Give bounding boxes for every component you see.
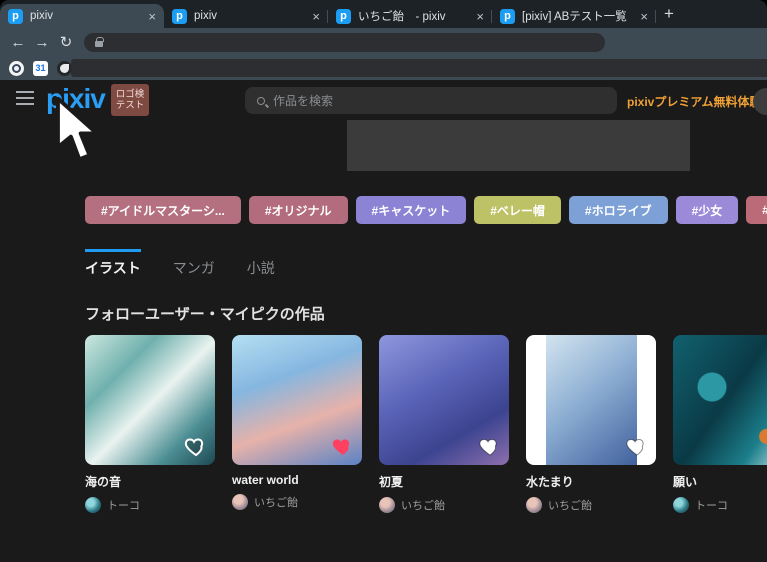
user-avatar[interactable] [753, 88, 767, 115]
artwork-title[interactable]: 初夏 [379, 473, 509, 490]
logo-test-badge-line1: ロゴ検 [116, 89, 145, 100]
tab-title: pixiv [30, 10, 141, 22]
artwork-thumbnail[interactable] [379, 335, 509, 465]
menu-icon[interactable] [16, 91, 34, 105]
artwork-artist[interactable]: いちご飴 [379, 497, 509, 513]
password-manager-icon[interactable] [9, 61, 24, 76]
tag-shoujo[interactable]: #少女 [676, 196, 739, 224]
browser-tab-pixiv-2[interactable]: p pixiv × [164, 4, 328, 28]
like-heart-icon[interactable] [478, 434, 502, 458]
section-title: フォローユーザー・マイピクの作品 [85, 303, 325, 324]
tab-title: いちご飴 - pixiv [358, 8, 469, 24]
new-tab-button[interactable]: + [664, 4, 674, 24]
artist-name[interactable]: いちご飴 [548, 497, 592, 513]
tab-novels[interactable]: 小説 [247, 249, 275, 278]
artwork-thumbnail[interactable] [232, 335, 362, 465]
lock-icon [95, 41, 103, 47]
tab-manga[interactable]: マンガ [173, 249, 215, 278]
tag-idolmaster[interactable]: #アイドルマスターシ... [85, 196, 241, 224]
back-icon[interactable]: ← [6, 34, 30, 51]
browser-window: p pixiv × p pixiv × p いちご飴 - pixiv × p [… [0, 0, 767, 562]
artist-avatar[interactable] [379, 497, 395, 513]
artwork-title[interactable]: 海の音 [85, 473, 215, 490]
like-heart-icon[interactable] [184, 434, 208, 458]
artwork-title[interactable]: water world [232, 473, 362, 487]
artist-name[interactable]: いちご飴 [401, 497, 445, 513]
browser-tab-ichigoame[interactable]: p いちご飴 - pixiv × [328, 4, 492, 28]
mouse-cursor-icon [53, 97, 105, 165]
tab-close-icon[interactable]: × [640, 9, 648, 24]
tag-original[interactable]: #オリジナル [249, 196, 348, 224]
artwork-thumbnail[interactable] [526, 335, 656, 465]
tab-title: [pixiv] ABテスト一覧 [522, 8, 633, 24]
artwork-image [546, 335, 637, 465]
search-placeholder: 作品を検索 [273, 92, 333, 109]
tag-vtuber[interactable]: #vtuber [746, 196, 767, 224]
like-heart-icon[interactable] [625, 434, 649, 458]
tab-close-icon[interactable]: × [312, 9, 320, 24]
artwork-card: 初夏 いちご飴 [379, 335, 509, 513]
pixiv-favicon-icon: p [336, 9, 351, 24]
artwork-thumbnail[interactable] [673, 335, 767, 465]
artwork-title[interactable]: 水たまり [526, 473, 656, 490]
trending-tags: #アイドルマスターシ... #オリジナル #キャスケット #ベレー帽 #ホロライ… [85, 196, 767, 224]
artist-avatar[interactable] [232, 494, 248, 510]
artist-avatar[interactable] [673, 497, 689, 513]
artwork-grid: 海の音 トーコ water world いちご飴 [85, 335, 767, 513]
forward-icon[interactable]: → [30, 34, 54, 51]
tag-hololive[interactable]: #ホロライブ [569, 196, 668, 224]
pixiv-favicon-icon: p [500, 9, 515, 24]
artist-name[interactable]: トーコ [107, 497, 140, 513]
like-heart-icon[interactable] [331, 434, 355, 458]
tab-close-icon[interactable]: × [476, 9, 484, 24]
pixiv-favicon-icon: p [172, 9, 187, 24]
artwork-artist[interactable]: トーコ [673, 497, 767, 513]
browser-toolbar: ← → ↻ [0, 28, 767, 56]
premium-trial-link[interactable]: pixivプレミアム無料体験 [627, 93, 762, 110]
artist-avatar[interactable] [526, 497, 542, 513]
artwork-card: 願い トーコ [673, 335, 767, 513]
artwork-artist[interactable]: いちご飴 [526, 497, 656, 513]
artwork-title[interactable]: 願い [673, 473, 767, 490]
artwork-artist[interactable]: いちご飴 [232, 494, 362, 510]
tab-strip: p pixiv × p pixiv × p いちご飴 - pixiv × p [… [0, 0, 767, 28]
tab-illustrations[interactable]: イラスト [85, 249, 141, 278]
tab-close-icon[interactable]: × [148, 9, 156, 24]
search-input[interactable]: 作品を検索 [245, 87, 617, 114]
reload-icon[interactable]: ↻ [54, 33, 78, 51]
globe-extension-icon[interactable] [57, 61, 72, 76]
content-type-tabs: イラスト マンガ 小説 [85, 249, 275, 278]
logo-test-badge-line2: テスト [116, 100, 145, 111]
artist-avatar[interactable] [85, 497, 101, 513]
bookmarks-strip [71, 59, 767, 77]
artwork-card: 海の音 トーコ [85, 335, 215, 513]
pixiv-page: pixiv ロゴ検 テスト 作品を検索 pixivプレミアム無料体験 #アイドル… [0, 80, 767, 562]
calendar-icon[interactable]: 31 [33, 61, 48, 76]
browser-tab-abtest[interactable]: p [pixiv] ABテスト一覧 × [492, 4, 656, 28]
logo-test-badge: ロゴ検 テスト [111, 84, 149, 116]
artwork-thumbnail[interactable] [85, 335, 215, 465]
tab-title: pixiv [194, 10, 305, 22]
artist-name[interactable]: いちご飴 [254, 494, 298, 510]
tag-beret[interactable]: #ベレー帽 [474, 196, 561, 224]
ad-placeholder [347, 120, 690, 171]
artwork-artist[interactable]: トーコ [85, 497, 215, 513]
pixiv-favicon-icon: p [8, 9, 23, 24]
artist-name[interactable]: トーコ [695, 497, 728, 513]
address-bar[interactable] [84, 33, 605, 52]
artwork-card: 水たまり いちご飴 [526, 335, 656, 513]
bookmarks-bar: 31 [0, 56, 767, 80]
artwork-card: water world いちご飴 [232, 335, 362, 513]
browser-tab-pixiv-1[interactable]: p pixiv × [0, 4, 164, 28]
search-icon [257, 97, 265, 105]
tag-casquette[interactable]: #キャスケット [356, 196, 467, 224]
